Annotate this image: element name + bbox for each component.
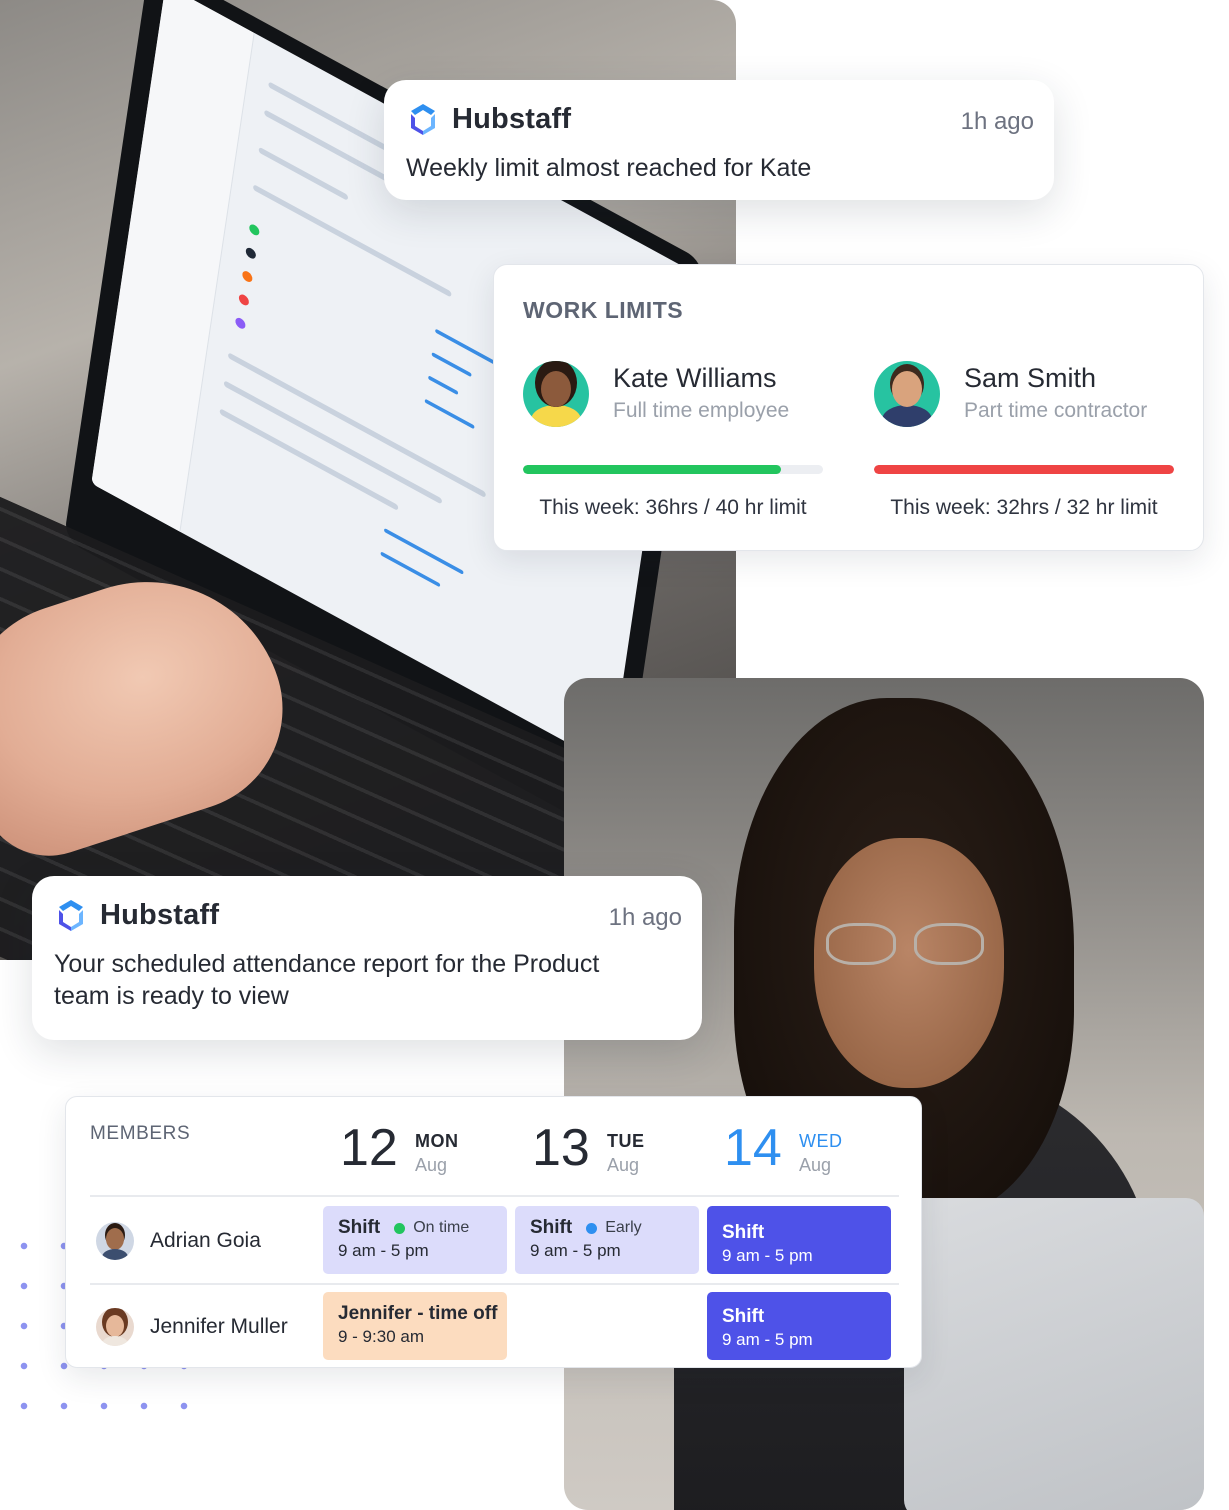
day-number: 13 bbox=[532, 1119, 590, 1177]
shift-time: 9 - 9:30 am bbox=[338, 1327, 424, 1346]
limit-progress-bar bbox=[523, 465, 823, 474]
work-limits-title: WORK LIMITS bbox=[523, 297, 684, 323]
day-month: Aug bbox=[415, 1155, 448, 1175]
notification-attendance-report[interactable]: Hubstaff 1h ago Your scheduled attendanc… bbox=[32, 876, 702, 1040]
hubstaff-logo-icon bbox=[59, 900, 83, 931]
shift-block[interactable]: Shift 9 am - 5 pm bbox=[707, 1206, 891, 1274]
shift-time: 9 am - 5 pm bbox=[338, 1241, 429, 1260]
shift-title: Jennifer - time off bbox=[338, 1303, 498, 1324]
person-role: Part time contractor bbox=[964, 399, 1148, 422]
shift-title: Shift bbox=[338, 1217, 381, 1238]
day-month: Aug bbox=[799, 1155, 832, 1175]
notification-time: 1h ago bbox=[608, 904, 682, 931]
shift-title: Shift bbox=[722, 1306, 765, 1327]
work-limits-card: WORK LIMITS Kate Williams Full time empl… bbox=[493, 264, 1204, 551]
limit-progress-bar bbox=[874, 465, 1174, 474]
member-row-adrian[interactable]: Adrian Goia bbox=[96, 1221, 261, 1261]
limit-progress-fill bbox=[523, 465, 781, 474]
shift-status-label: On time bbox=[413, 1219, 470, 1236]
person-role: Full time employee bbox=[613, 399, 790, 422]
hubstaff-logo-icon bbox=[411, 104, 435, 135]
avatar bbox=[874, 361, 940, 427]
avatar bbox=[96, 1222, 134, 1260]
status-dot-icon bbox=[586, 1222, 598, 1234]
shift-time: 9 am - 5 pm bbox=[722, 1246, 813, 1265]
shift-status: On time bbox=[394, 1216, 469, 1240]
avatar bbox=[96, 1308, 134, 1346]
notification-message: Weekly limit almost reached for Kate bbox=[406, 154, 812, 182]
day-number: 14 bbox=[724, 1119, 782, 1177]
status-dot-icon bbox=[394, 1222, 406, 1234]
day-number: 12 bbox=[340, 1119, 398, 1177]
avatar bbox=[523, 361, 589, 427]
notification-app-name: Hubstaff bbox=[100, 898, 220, 931]
time-off-block[interactable]: Jennifer - time off 9 - 9:30 am bbox=[323, 1292, 507, 1360]
shift-time: 9 am - 5 pm bbox=[722, 1330, 813, 1349]
divider bbox=[90, 1195, 899, 1197]
shift-block[interactable]: Shift On time 9 am - 5 pm bbox=[323, 1206, 507, 1274]
member-name: Adrian Goia bbox=[150, 1229, 261, 1252]
day-month: Aug bbox=[607, 1155, 640, 1175]
member-name: Jennifer Muller bbox=[150, 1315, 288, 1338]
shift-title: Shift bbox=[530, 1217, 573, 1238]
day-of-week: WED bbox=[799, 1131, 843, 1151]
member-row-jennifer[interactable]: Jennifer Muller bbox=[96, 1307, 288, 1347]
shift-status-label: Early bbox=[605, 1219, 642, 1236]
schedule-card: MEMBERS 12 MON Aug 13 TUE Aug 14 WED Aug… bbox=[65, 1096, 922, 1368]
day-of-week: TUE bbox=[607, 1131, 645, 1151]
day-of-week: MON bbox=[415, 1131, 459, 1151]
members-column-header: MEMBERS bbox=[90, 1123, 191, 1144]
shift-status: Early bbox=[586, 1216, 642, 1240]
woman-photo bbox=[564, 678, 1204, 1510]
limit-text: This week: 36hrs / 40 hr limit bbox=[539, 496, 807, 519]
limit-progress-fill bbox=[874, 465, 1174, 474]
shift-time: 9 am - 5 pm bbox=[530, 1241, 621, 1260]
notification-weekly-limit[interactable]: Hubstaff 1h ago Weekly limit almost reac… bbox=[384, 80, 1054, 200]
shift-block[interactable]: Shift 9 am - 5 pm bbox=[707, 1292, 891, 1360]
limit-text: This week: 32hrs / 32 hr limit bbox=[890, 496, 1158, 519]
person-name: Kate Williams bbox=[613, 363, 777, 393]
divider bbox=[90, 1283, 899, 1285]
shift-title: Shift bbox=[722, 1222, 765, 1243]
person-name: Sam Smith bbox=[964, 363, 1097, 393]
shift-block[interactable]: Shift Early 9 am - 5 pm bbox=[515, 1206, 699, 1274]
notification-time: 1h ago bbox=[960, 108, 1034, 135]
notification-message: Your scheduled attendance report for the… bbox=[54, 950, 600, 1010]
notification-app-name: Hubstaff bbox=[452, 102, 572, 135]
